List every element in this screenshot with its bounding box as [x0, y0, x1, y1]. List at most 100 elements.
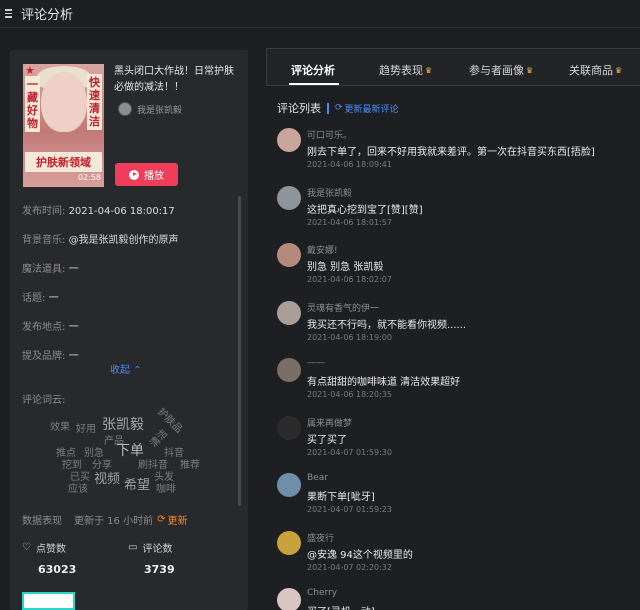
comment-time: 2021-04-07 01:59:23 [307, 505, 392, 514]
avatar[interactable] [277, 473, 301, 497]
avatar[interactable] [277, 588, 301, 610]
meta-props: 魔法道具: 一 [22, 264, 79, 275]
comment-time: 2021-04-06 18:01:57 [307, 217, 392, 227]
comments-value: 3739 [144, 563, 175, 576]
comment-item: —— 有点甜甜的咖啡味道 清洁效果超好 2021-04-06 18:20:35 [277, 358, 637, 406]
comment-text: 买了买了 [307, 434, 347, 446]
tab-participants[interactable]: 参与者画像 ♛ [469, 62, 533, 78]
comment-time: 2021-04-06 18:20:35 [307, 390, 392, 399]
avatar[interactable] [277, 415, 301, 440]
comment-item: 属来再做梦买了买了 2021-04-07 01:59:30 [277, 415, 637, 464]
meta-publish-time: 发布时间: 2021-04-06 18:00:17 [22, 206, 175, 217]
comment-time: 2021-04-06 18:09:41 [307, 160, 392, 169]
author-name: 我是张凯毅 [137, 105, 183, 116]
comment-user[interactable]: —— [307, 358, 325, 368]
comment-item: 我是张凯毅这把真心挖到宝了[赞][赞] 2021-04-06 18:01:57 [277, 185, 637, 234]
comment-user[interactable]: 灵魂有香气的伊一 [307, 301, 379, 314]
top-bar: 评论分析 [0, 0, 640, 28]
video-duration: 02:58 [77, 173, 101, 182]
thumb-banner: 护肤新领域 [25, 152, 102, 172]
comment-icon: ▭ [128, 542, 138, 553]
comment-time: 2021-04-06 18:02:07 [307, 275, 392, 284]
crown-icon: ♛ [425, 65, 433, 75]
video-thumbnail[interactable]: ★ 一藏好物 快速清洁 护肤新领域 02:58 [23, 64, 104, 187]
meta-brand: 提及品牌: 一 [22, 351, 79, 362]
likes-label: ♡ 点赞数 [22, 542, 66, 555]
word-cloud: 效果 好用 张凯毅 护肤品 产品 清洁 推点 别急 下单 抖音 挖到 分享 刷抖… [40, 406, 220, 510]
avatar[interactable] [277, 185, 301, 210]
comment-user[interactable]: Bear [307, 473, 328, 483]
play-button[interactable]: 播放 [115, 163, 178, 186]
comment-text: 有点甜甜的咖啡味道 清洁效果超好 [307, 377, 461, 388]
comments-panel: 评论分析 趋势表现 ♛ 参与者画像 ♛ 关联商品 ♛ 评论列表 ⟳ 更新最新评论 可口可… [266, 48, 640, 610]
comment-item: 盛夜行 @安逸 94这个视频里的 2021-04-07 02:20:32 [277, 530, 637, 579]
tab-comment-analysis[interactable]: 评论分析 [291, 62, 335, 78]
comment-text: 买了[灵机一动] [307, 603, 375, 610]
cloud-word: 推荐 [180, 460, 200, 471]
comment-text: 我买还不行吗，就不能看你视频...... [307, 319, 467, 331]
collapse-button[interactable]: 收起 ⌃ [110, 361, 142, 376]
chevron-up-icon: ⌃ [133, 365, 142, 376]
crown-icon: ♛ [526, 65, 534, 75]
refresh-button[interactable]: ⟳ 更新 [157, 512, 187, 527]
cloud-word: 应该 [68, 484, 88, 495]
comment-item: 可口可乐。刚去下单了，回来不好用我就来差评。第一次在抖音买东西[捂脸] 2021-… [277, 128, 637, 176]
comment-text: @安逸 94这个视频里的 [307, 549, 413, 561]
comment-item: 灵魂有香气的伊一我买还不行吗，就不能看你视频...... 2021-04-06 1… [277, 300, 637, 349]
comment-user[interactable]: 盛夜行 [307, 531, 334, 544]
comment-user[interactable]: 戴安娜! [307, 243, 338, 256]
heart-icon: ♡ [22, 542, 31, 553]
comment-list-header: 评论列表 ⟳ 更新最新评论 [277, 102, 399, 115]
comment-item: 戴安娜! 别急 别急 张凯毅 2021-04-06 18:02:07 [277, 243, 637, 291]
comment-item: Bear 果断下单[呲牙] 2021-04-07 01:59:23 [277, 473, 637, 521]
update-time: 更新于 16 小时前 [74, 516, 154, 527]
video-author[interactable]: 我是张凯毅 [118, 102, 182, 116]
comment-user[interactable]: 可口可乐。 [307, 128, 352, 141]
tab-trend[interactable]: 趋势表现 ♛ [379, 62, 432, 78]
comment-time: 2021-04-07 02:20:32 [307, 562, 392, 572]
avatar[interactable] [277, 300, 301, 325]
avatar[interactable] [277, 128, 301, 152]
menu-icon[interactable] [5, 9, 19, 18]
avatar [118, 102, 132, 116]
meta-location: 发布地点: 一 [22, 322, 79, 333]
refresh-comments-link[interactable]: ⟳ 更新最新评论 [335, 102, 399, 115]
comment-text: 刚去下单了，回来不好用我就来差评。第一次在抖音买东西[捂脸] [307, 147, 595, 158]
page-title: 评论分析 [21, 8, 74, 23]
comment-text: 别急 别急 张凯毅 [307, 262, 384, 273]
cloud-word: 张凯毅 [102, 417, 144, 433]
comment-time: 2021-04-07 01:59:30 [307, 447, 392, 457]
active-tab-indicator [289, 83, 339, 85]
meta-topic: 话题: 一 [22, 293, 59, 304]
thumb-caption-left: 一藏好物 [25, 76, 40, 132]
tab-products[interactable]: 关联商品 ♛ [569, 62, 622, 78]
cloud-word: 好用 [76, 424, 96, 435]
scrollbar[interactable] [238, 196, 241, 506]
tab-bar: 评论分析 趋势表现 ♛ 参与者画像 ♛ 关联商品 ♛ [266, 48, 640, 86]
likes-value: 63023 [38, 563, 77, 576]
comment-user[interactable]: Cherry [307, 588, 337, 598]
qr-code [22, 592, 75, 610]
comment-user[interactable]: 我是张凯毅 [307, 186, 352, 199]
cloud-word: 效果 [50, 422, 70, 433]
comment-user[interactable]: 属来再做梦 [307, 416, 352, 429]
video-panel: ★ 一藏好物 快速清洁 护肤新领域 02:58 黑头闭口大作战！日常护肤必做的减… [10, 50, 248, 610]
comment-text: 这把真心挖到宝了[赞][赞] [307, 204, 423, 216]
avatar[interactable] [277, 243, 301, 267]
avatar[interactable] [277, 530, 301, 555]
cloud-word: 咖啡 [156, 484, 176, 495]
stats-header: 数据表现 更新于 16 小时前 ⟳ 更新 [22, 512, 188, 527]
play-label: 播放 [144, 171, 164, 182]
refresh-icon: ⟳ [157, 514, 166, 525]
video-title: 黑头闭口大作战！日常护肤必做的减法！！ [114, 66, 234, 93]
meta-music: 背景音乐: @我是张凯毅创作的原声 [22, 235, 179, 246]
comment-time: 2021-04-06 18:19:00 [307, 332, 392, 342]
comment-item: Cherry买了[灵机一动]2021-04-07 02:21:12 [277, 588, 637, 610]
cloud-word: 视频 [94, 472, 121, 487]
cloud-word: 希望 [124, 478, 151, 493]
comments-label: ▭ 评论数 [128, 542, 173, 555]
play-icon [129, 169, 139, 180]
comment-text: 果断下单[呲牙] [307, 492, 375, 503]
crown-icon: ♛ [615, 65, 623, 75]
avatar[interactable] [277, 358, 301, 382]
